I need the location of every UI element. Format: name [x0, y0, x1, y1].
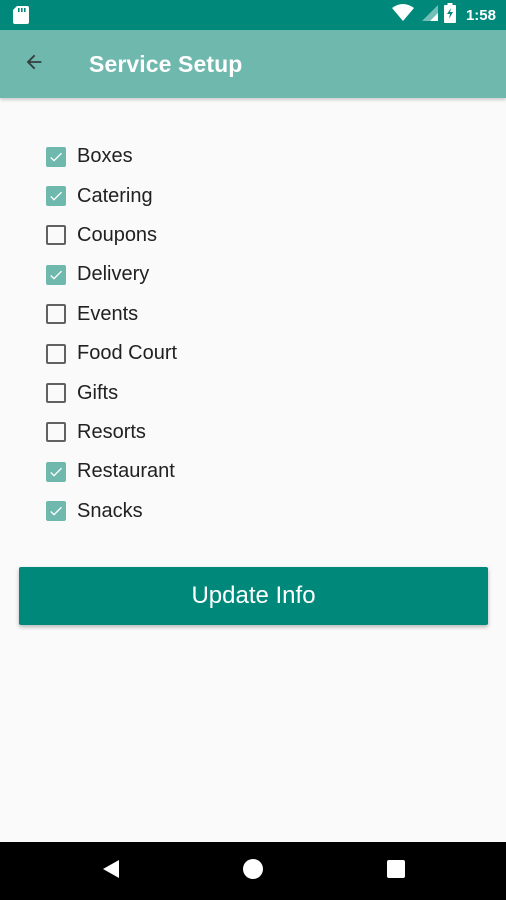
arrow-back-icon	[23, 51, 45, 78]
status-time: 1:58	[465, 6, 496, 24]
app-bar: Service Setup	[0, 30, 506, 98]
signal-icon	[420, 4, 438, 27]
checkbox-row-coupons[interactable]: Coupons	[44, 216, 444, 255]
checkbox-unchecked[interactable]	[46, 343, 66, 364]
checkbox-row-catering[interactable]: Catering	[44, 176, 444, 215]
checkmark-icon	[50, 506, 62, 516]
nav-back-button[interactable]	[81, 842, 141, 900]
checkbox-checked[interactable]	[46, 146, 66, 167]
checkbox-label: Snacks	[77, 499, 143, 522]
status-icons: 1:58	[391, 0, 496, 30]
checkbox-unchecked[interactable]	[46, 304, 66, 325]
battery-icon	[443, 2, 456, 28]
recents-square-icon	[387, 859, 405, 883]
back-button[interactable]	[14, 44, 54, 84]
wifi-icon	[391, 3, 414, 27]
checkbox-label: Food Court	[77, 342, 178, 365]
status-bar: 1:58	[0, 0, 506, 30]
checkbox-unchecked[interactable]	[46, 225, 66, 246]
sd-card-icon	[13, 6, 29, 24]
page-title: Service Setup	[89, 51, 243, 77]
checkbox-label: Boxes	[77, 145, 133, 168]
checkbox-checked[interactable]	[46, 186, 66, 207]
navigation-bar	[0, 842, 506, 900]
checkmark-icon	[50, 152, 62, 162]
service-checklist: Boxes Catering Coupons Delivery Events F…	[44, 137, 444, 531]
checkbox-row-boxes[interactable]: Boxes	[44, 137, 444, 176]
checkbox-checked[interactable]	[46, 501, 66, 522]
checkbox-row-food-court[interactable]: Food Court	[44, 334, 444, 373]
home-circle-icon	[242, 858, 264, 885]
checkbox-label: Coupons	[77, 223, 158, 246]
checkbox-label: Restaurant	[77, 460, 175, 483]
checkmark-icon	[50, 270, 62, 280]
checkmark-icon	[50, 467, 62, 477]
checkbox-row-resorts[interactable]: Resorts	[44, 413, 444, 452]
checkbox-checked[interactable]	[46, 264, 66, 285]
checkbox-unchecked[interactable]	[46, 383, 66, 404]
checkbox-label: Events	[77, 302, 139, 325]
checkbox-label: Delivery	[77, 263, 150, 286]
checkbox-unchecked[interactable]	[46, 422, 66, 443]
nav-recents-button[interactable]	[366, 842, 426, 900]
checkbox-label: Resorts	[77, 420, 146, 443]
checkbox-row-restaurant[interactable]: Restaurant	[44, 452, 444, 491]
checkbox-row-delivery[interactable]: Delivery	[44, 255, 444, 294]
checkbox-row-gifts[interactable]: Gifts	[44, 373, 444, 412]
checkbox-checked[interactable]	[46, 461, 66, 482]
checkbox-label: Catering	[77, 184, 153, 207]
checkbox-row-events[interactable]: Events	[44, 295, 444, 334]
checkbox-row-snacks[interactable]: Snacks	[44, 492, 444, 531]
update-info-button[interactable]: Update Info	[19, 567, 488, 625]
checkbox-label: Gifts	[77, 381, 119, 404]
checkmark-icon	[50, 191, 62, 201]
nav-home-button[interactable]	[223, 842, 283, 900]
back-triangle-icon	[101, 859, 121, 884]
